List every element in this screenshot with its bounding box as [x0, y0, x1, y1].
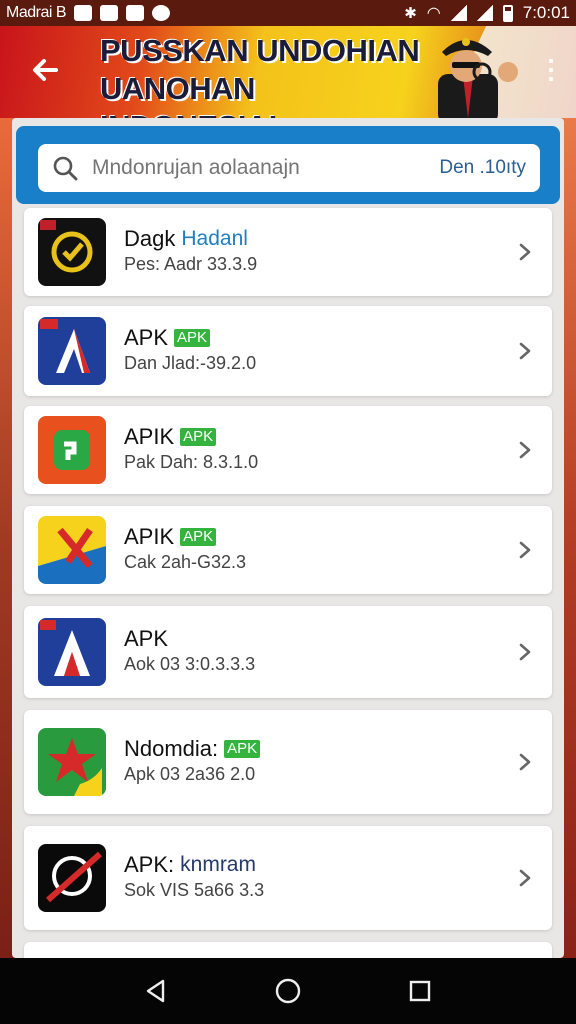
notification-icon: [152, 5, 171, 21]
notification-icon: [74, 5, 93, 21]
chevron-right-icon: [519, 441, 531, 459]
app-title: APIK: [124, 524, 175, 549]
signal-icon: [476, 5, 493, 21]
more-options-button[interactable]: ⋮: [538, 54, 564, 90]
x-mark-icon: [38, 516, 106, 584]
apk-tag: APK: [180, 528, 217, 546]
chevron-right-icon: [519, 243, 531, 261]
no-entry-icon: [38, 844, 106, 912]
app-meta: Cak 2ah-G32.3: [124, 552, 247, 572]
app-title: Ndomdia:: [124, 736, 219, 761]
app-list-item[interactable]: APK Aok 03 3:0.3.3.3: [24, 606, 552, 698]
banner-title-line2: UANOHAN INDONESIA!: [100, 71, 278, 118]
chevron-right-icon: [519, 869, 531, 887]
app-meta: Sok VIS 5a66 3.3: [124, 880, 265, 900]
square-recents-icon: [409, 980, 431, 1002]
apk-tag: APK: [180, 428, 217, 446]
gauge-icon: [38, 218, 106, 286]
banner-title: PUSSKAN UNDOHIAN UANOHAN INDONESIA!: [100, 32, 420, 118]
chevron-right-icon: [519, 643, 531, 661]
chevron-right-icon: [519, 342, 531, 360]
system-navigation-bar: [0, 958, 576, 1024]
chevron-right-icon: [519, 753, 531, 771]
carrier-label: Madrai B: [6, 4, 67, 21]
app-name: APK: knmram: [124, 852, 256, 878]
app-meta: Dan Jlad:-39.2.0: [124, 353, 257, 373]
app-meta: Aok 03 3:0.3.3.3: [124, 654, 256, 674]
app-list-item[interactable]: [24, 942, 552, 958]
arrow-left-icon: [33, 59, 58, 81]
app-title: APK: [124, 626, 169, 651]
search-box[interactable]: Den .10ıty: [38, 144, 540, 192]
search-icon: [53, 156, 78, 181]
app-list-panel: Den .10ıty DagkHadanl Pes: Aadr 33.3.9 A…: [12, 118, 564, 958]
back-button[interactable]: [24, 48, 68, 92]
app-title: Dagk: [124, 226, 176, 251]
app-title: APIK: [124, 424, 175, 449]
bluetooth-icon: ✱: [404, 5, 417, 22]
star-swoosh-icon: [38, 728, 106, 796]
search-input[interactable]: [92, 156, 440, 180]
app-title: APK: [124, 325, 169, 350]
app-list-item[interactable]: APIK APK Cak 2ah-G32.3: [24, 506, 552, 594]
notification-icon: [100, 5, 119, 21]
app-name-suffix: knmram: [180, 853, 256, 876]
chevron-right-icon: [519, 541, 531, 559]
nav-recents-button[interactable]: [400, 971, 440, 1011]
app-list-item[interactable]: APK: knmram Sok VIS 5a66 3.3: [24, 826, 552, 930]
app-name-suffix: Hadanl: [181, 227, 248, 250]
app-name: APIK APK: [124, 424, 217, 450]
app-name: APK: [124, 626, 168, 652]
app-list-item[interactable]: APK APK Dan Jlad:-39.2.0: [24, 306, 552, 396]
app-title: APK:: [124, 852, 175, 877]
status-bar: Madrai B ✱ ◠ 7:0:01: [0, 0, 576, 26]
wifi-icon: ◠: [426, 5, 441, 22]
a-logo-icon: [38, 317, 106, 385]
app-list-item[interactable]: APIK APK Pak Dah: 8.3.1.0: [24, 406, 552, 494]
search-bar: Den .10ıty: [16, 126, 560, 204]
mascot-illustration: [438, 38, 518, 118]
triangle-back-icon: [146, 979, 165, 1003]
apk-tag: APK: [174, 329, 211, 347]
more-vert-icon: ⋮: [538, 54, 564, 84]
circle-home-icon: [275, 978, 301, 1004]
app-list-item[interactable]: Ndomdia: APK Apk 03 2a36 2.0: [24, 710, 552, 814]
banner-title-line1: PUSSKAN UNDOHIAN: [100, 33, 420, 68]
app-meta: Pes: Aadr 33.3.9: [124, 254, 258, 274]
nav-back-button[interactable]: [136, 971, 176, 1011]
app-name: Ndomdia: APK: [124, 736, 261, 762]
app-name: APIK APK: [124, 524, 217, 550]
a-triangle-icon: [38, 618, 106, 686]
notification-icon: [126, 5, 145, 21]
phone-chat-icon: [38, 416, 106, 484]
apk-tag: APK: [224, 740, 261, 758]
app-meta: Apk 03 2a36 2.0: [124, 764, 256, 784]
nav-home-button[interactable]: [268, 971, 308, 1011]
app-name: Dagk Hadanl: [124, 226, 248, 252]
header-banner: PUSSKAN UNDOHIAN UANOHAN INDONESIA! ⋮: [0, 26, 576, 118]
signal-icon: [450, 5, 467, 21]
clock-time: 7:0:01: [522, 3, 570, 22]
app-meta: Pak Dah: 8.3.1.0: [124, 452, 259, 472]
app-name: APK APK: [124, 325, 211, 351]
app-list-item[interactable]: Dagk Hadanl Pes: Aadr 33.3.9: [24, 208, 552, 296]
battery-icon: [502, 4, 513, 22]
search-filter-label[interactable]: Den .10ıty: [439, 157, 526, 179]
